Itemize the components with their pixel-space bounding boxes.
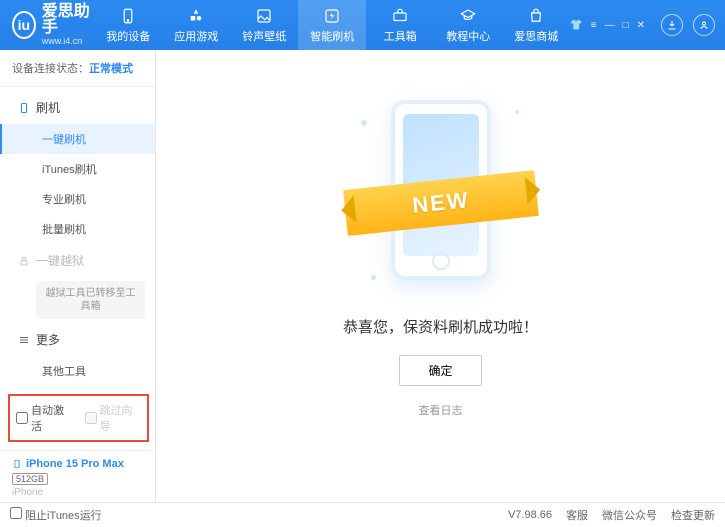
sidebar-group-jailbreak: 一键越狱 [0,244,155,277]
sidebar-item-download-fw[interactable]: 下载固件 [0,386,155,390]
logo-icon: iu [12,11,36,39]
success-illustration: NEW [351,90,531,300]
menu-icon[interactable]: ≡ [591,20,597,31]
sidebar-group-flash[interactable]: 刷机 [0,91,155,124]
sidebar-item-itunes[interactable]: iTunes刷机 [0,154,155,184]
device-icon [119,7,137,25]
apps-icon [187,7,205,25]
auto-activate-checkbox[interactable]: 自动激活 [16,402,73,434]
download-button[interactable] [661,14,683,36]
nav-label: 爱思商城 [514,28,558,44]
ok-button[interactable]: 确定 [399,355,481,386]
close-icon[interactable]: ✕ [637,20,645,31]
wallpaper-icon [255,7,273,25]
maximize-icon[interactable]: □ [623,20,629,31]
app-name: 爱思助手 [42,4,95,36]
nav-label: 教程中心 [446,28,490,44]
nav-label: 我的设备 [106,28,150,44]
footer-link-update[interactable]: 检查更新 [671,507,715,523]
skin-icon[interactable]: 👕 [570,20,582,31]
device-name[interactable]: iPhone 15 Pro Max [12,457,143,471]
nav-apps[interactable]: 应用游戏 [162,0,230,50]
sidebar-group-more[interactable]: 更多 [0,323,155,356]
footer-link-wechat[interactable]: 微信公众号 [602,507,657,523]
connection-status: 设备连接状态：正常模式 [0,50,155,87]
app-url: www.i4.cn [42,36,95,46]
group-label: 刷机 [36,99,60,116]
sidebar-item-onekey[interactable]: 一键刷机 [0,124,155,154]
nav-tutorials[interactable]: 教程中心 [434,0,502,50]
status-label: 设备连接状态： [12,63,89,75]
nav-label: 工具箱 [384,28,417,44]
nav-toolbox[interactable]: 工具箱 [366,0,434,50]
sidebar-item-other-tools[interactable]: 其他工具 [0,356,155,386]
app-logo: iu 爱思助手 www.i4.cn [0,4,94,46]
nav-label: 智能刷机 [310,28,354,44]
success-message: 恭喜您，保资料刷机成功啦！ [343,316,538,337]
sidebar-item-pro[interactable]: 专业刷机 [0,184,155,214]
options-highlight-box: 自动激活 跳过向导 [8,394,149,442]
footer-link-service[interactable]: 客服 [566,507,588,523]
nav-store[interactable]: 爱思商城 [502,0,570,50]
device-type: iPhone [12,487,143,498]
nav-label: 应用游戏 [174,28,218,44]
nav-flash[interactable]: 智能刷机 [298,0,366,50]
version-label: V7.98.66 [508,509,552,521]
nav-ringtones[interactable]: 铃声壁纸 [230,0,298,50]
minimize-icon[interactable]: — [605,20,615,31]
skip-guide-checkbox[interactable]: 跳过向导 [85,402,142,434]
user-button[interactable] [693,14,715,36]
store-icon [527,7,545,25]
group-label: 一键越狱 [36,252,84,269]
nav-label: 铃声壁纸 [242,28,286,44]
device-info: iPhone 15 Pro Max 512GB iPhone [0,450,155,502]
top-nav: 我的设备 应用游戏 铃声壁纸 智能刷机 工具箱 教程中心 爱思商城 [94,0,570,50]
nav-my-device[interactable]: 我的设备 [94,0,162,50]
status-value: 正常模式 [89,63,133,75]
tutorial-icon [459,7,477,25]
group-label: 更多 [36,331,60,348]
window-controls: 👕 ≡ — □ ✕ [570,20,645,31]
block-itunes-checkbox[interactable]: 阻止iTunes运行 [10,507,102,523]
toolbox-icon [391,7,409,25]
view-log-link[interactable]: 查看日志 [419,402,463,418]
sidebar-jailbreak-moved: 越狱工具已转移至工具箱 [36,281,145,319]
storage-badge: 512GB [12,473,48,485]
new-banner: NEW [343,170,539,236]
flash-icon [323,7,341,25]
sidebar-item-batch[interactable]: 批量刷机 [0,214,155,244]
